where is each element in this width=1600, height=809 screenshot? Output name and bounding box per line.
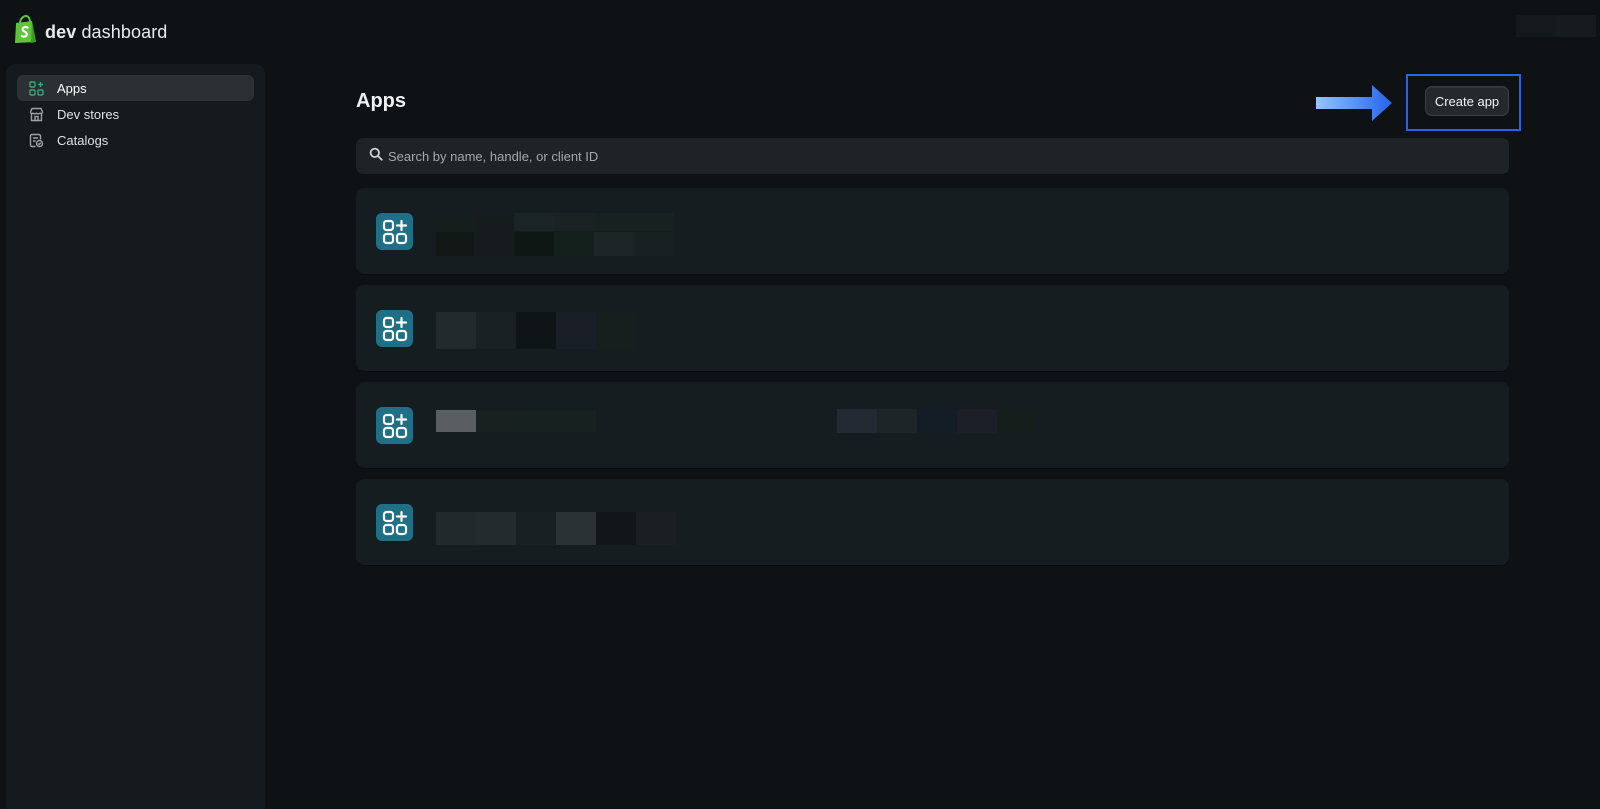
- sidebar-item-label: Apps: [57, 80, 87, 96]
- app-icon: [376, 213, 413, 250]
- sidebar-item-apps[interactable]: Apps: [17, 75, 254, 101]
- app-card[interactable]: [356, 479, 1509, 565]
- redacted-app-handle: [436, 232, 674, 256]
- app-card[interactable]: [356, 285, 1509, 371]
- arrow-right-icon: [1316, 85, 1392, 121]
- redacted-app-name: [436, 213, 674, 231]
- app-list: [356, 188, 1509, 565]
- app-icon: [376, 504, 413, 541]
- sidebar-item-label: Catalogs: [57, 132, 109, 148]
- app-card[interactable]: [356, 382, 1509, 468]
- page-header: Apps Create app: [356, 64, 1521, 138]
- search-input[interactable]: [388, 148, 1488, 164]
- brand-logo[interactable]: dev dashboard: [12, 14, 168, 50]
- sidebar-item-dev-stores[interactable]: Dev stores: [17, 101, 254, 127]
- search-icon: [369, 147, 383, 166]
- app-icon: [376, 407, 413, 444]
- redacted-app-name: [436, 410, 596, 432]
- redacted-app-name: [436, 512, 676, 545]
- create-app-button[interactable]: Create app: [1425, 86, 1509, 116]
- shopify-bag-icon: [12, 14, 38, 50]
- top-bar: dev dashboard: [0, 0, 1600, 64]
- apps-grid-icon: [28, 80, 44, 96]
- main-content: Apps Create app: [356, 64, 1521, 576]
- sidebar-item-catalogs[interactable]: Catalogs: [17, 127, 254, 153]
- sidebar: Apps Dev stores Catalogs: [6, 64, 265, 809]
- sidebar-item-label: Dev stores: [57, 106, 120, 122]
- redacted-app-client-id: [837, 409, 1037, 433]
- search-bar[interactable]: [356, 138, 1509, 174]
- account-menu-redacted[interactable]: [1516, 15, 1596, 37]
- app-icon: [376, 310, 413, 347]
- store-icon: [28, 106, 44, 122]
- brand-name: dev dashboard: [45, 21, 168, 42]
- page-title: Apps: [356, 90, 406, 112]
- catalog-icon: [28, 132, 44, 148]
- app-card[interactable]: [356, 188, 1509, 274]
- redacted-app-name: [436, 312, 636, 349]
